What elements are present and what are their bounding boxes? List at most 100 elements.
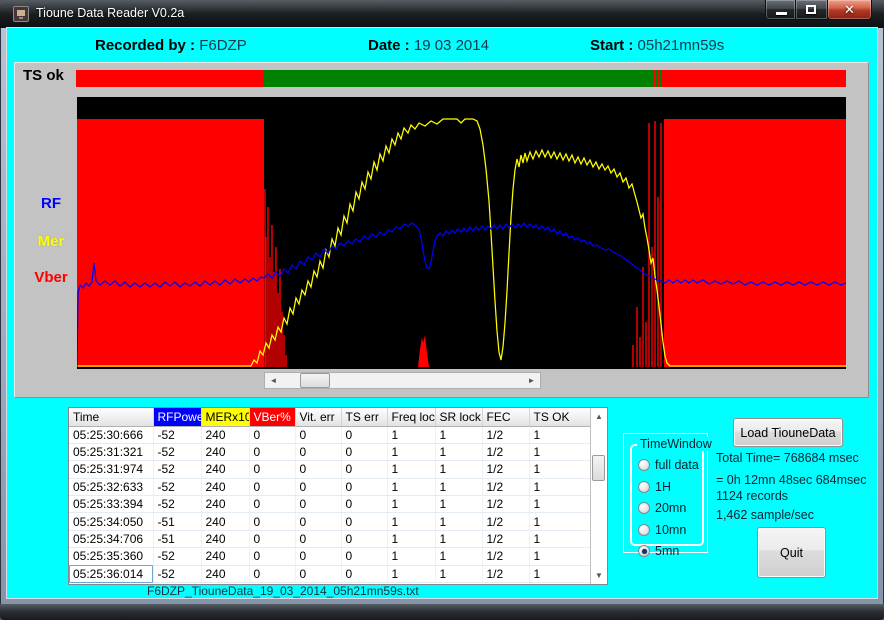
table-cell[interactable]: 0 <box>295 496 341 513</box>
v-scroll-track[interactable] <box>591 425 607 567</box>
table-cell[interactable]: 05:25:36:014 <box>69 565 153 582</box>
table-cell[interactable]: 0 <box>295 461 341 478</box>
table-cell[interactable]: 1 <box>529 443 590 460</box>
table-cell[interactable]: 05:25:34:706 <box>69 530 153 547</box>
table-cell[interactable]: -51 <box>153 513 201 530</box>
table-cell[interactable]: 0 <box>249 478 295 495</box>
table-cell[interactable]: 1 <box>529 565 590 582</box>
table-cell[interactable]: 0 <box>295 478 341 495</box>
table-cell[interactable]: 05:25:32:633 <box>69 478 153 495</box>
table-cell[interactable]: 0 <box>249 530 295 547</box>
table-cell[interactable]: 1 <box>387 426 435 443</box>
scroll-left-button[interactable]: ◄ <box>265 373 282 388</box>
table-cell[interactable]: 1 <box>387 461 435 478</box>
table-cell[interactable]: 0 <box>295 565 341 582</box>
radio-icon[interactable] <box>638 502 650 514</box>
table-cell[interactable]: 1 <box>435 530 482 547</box>
table-cell[interactable]: 1 <box>529 461 590 478</box>
table-cell[interactable]: 1 <box>435 461 482 478</box>
time-window-option-full-data[interactable]: full data <box>638 458 699 472</box>
table-cell[interactable]: 05:25:31:974 <box>69 461 153 478</box>
table-cell[interactable]: 0 <box>341 530 387 547</box>
table-cell[interactable]: 1/2 <box>482 548 529 565</box>
table-cell[interactable]: 1/2 <box>482 426 529 443</box>
time-window-option-20mn[interactable]: 20mn <box>638 501 699 515</box>
table-cell[interactable]: 1/2 <box>482 478 529 495</box>
table-cell[interactable]: 05:25:35:360 <box>69 548 153 565</box>
table-cell[interactable]: 1/2 <box>482 496 529 513</box>
table-cell[interactable]: 0 <box>249 461 295 478</box>
radio-icon[interactable] <box>638 524 650 536</box>
scroll-up-button[interactable]: ▲ <box>591 408 607 425</box>
table-cell[interactable]: 1 <box>387 443 435 460</box>
table-cell[interactable]: 1 <box>529 478 590 495</box>
table-cell[interactable]: 1 <box>435 478 482 495</box>
load-tiounedata-button[interactable]: Load TiouneData <box>733 418 843 447</box>
radio-icon[interactable] <box>638 459 650 471</box>
table-cell[interactable]: 0 <box>295 513 341 530</box>
table-cell[interactable]: 1 <box>387 530 435 547</box>
table-cell[interactable]: 1 <box>387 478 435 495</box>
table-cell[interactable]: 1/2 <box>482 513 529 530</box>
table-cell[interactable]: 1 <box>387 496 435 513</box>
table-cell[interactable]: 1/2 <box>482 461 529 478</box>
table-cell[interactable]: 1 <box>435 443 482 460</box>
table-cell[interactable]: 0 <box>249 548 295 565</box>
table-cell[interactable]: 1/2 <box>482 443 529 460</box>
minimize-button[interactable] <box>765 0 796 20</box>
table-cell[interactable]: 1 <box>435 548 482 565</box>
table-cell[interactable]: 1 <box>529 548 590 565</box>
table-cell[interactable]: 1/2 <box>482 530 529 547</box>
table-cell[interactable]: 0 <box>249 443 295 460</box>
v-scroll-thumb[interactable] <box>592 455 605 481</box>
table-cell[interactable]: 240 <box>201 478 249 495</box>
table-cell[interactable]: -52 <box>153 548 201 565</box>
close-button[interactable]: ✕ <box>827 0 872 20</box>
table-cell[interactable]: 0 <box>249 565 295 582</box>
table-cell[interactable]: -51 <box>153 530 201 547</box>
title-bar[interactable]: Tioune Data Reader V0.2a ✕ <box>0 0 884 28</box>
table-cell[interactable]: 0 <box>341 443 387 460</box>
time-window-option-1h[interactable]: 1H <box>638 480 699 494</box>
table-cell[interactable]: 1 <box>435 513 482 530</box>
table-cell[interactable]: -52 <box>153 461 201 478</box>
table-cell[interactable]: 0 <box>249 513 295 530</box>
table-cell[interactable]: 0 <box>341 565 387 582</box>
table-cell[interactable]: 240 <box>201 496 249 513</box>
table-cell[interactable]: 0 <box>295 443 341 460</box>
table-cell[interactable]: 240 <box>201 548 249 565</box>
scroll-down-button[interactable]: ▼ <box>591 567 607 584</box>
maximize-button[interactable] <box>796 0 827 20</box>
table-cell[interactable]: -52 <box>153 496 201 513</box>
table-cell[interactable]: 0 <box>295 530 341 547</box>
time-window-option-10mn[interactable]: 10mn <box>638 523 699 537</box>
table-cell[interactable]: 05:25:31:321 <box>69 443 153 460</box>
table-cell[interactable]: 0 <box>341 478 387 495</box>
table-cell[interactable]: 0 <box>341 496 387 513</box>
table-cell[interactable]: -52 <box>153 478 201 495</box>
h-scroll-thumb[interactable] <box>300 373 330 388</box>
table-cell[interactable]: 05:25:30:666 <box>69 426 153 443</box>
table-cell[interactable]: -52 <box>153 426 201 443</box>
table-cell[interactable]: 1 <box>435 496 482 513</box>
table-cell[interactable]: 1 <box>435 426 482 443</box>
table-cell[interactable]: 240 <box>201 513 249 530</box>
table-cell[interactable]: 1 <box>529 496 590 513</box>
h-scroll-track[interactable] <box>282 373 523 388</box>
table-cell[interactable]: 0 <box>249 496 295 513</box>
table-cell[interactable]: 05:25:34:050 <box>69 513 153 530</box>
scroll-right-button[interactable]: ► <box>523 373 540 388</box>
table-cell[interactable]: 240 <box>201 443 249 460</box>
radio-selected-icon[interactable] <box>638 545 650 557</box>
table-cell[interactable]: 1 <box>387 513 435 530</box>
quit-button[interactable]: Quit <box>757 527 826 578</box>
table-cell[interactable]: 05:25:33:394 <box>69 496 153 513</box>
table-cell[interactable]: 0 <box>295 548 341 565</box>
radio-icon[interactable] <box>638 481 650 493</box>
table-cell[interactable]: 240 <box>201 461 249 478</box>
table-cell[interactable]: 1 <box>529 513 590 530</box>
table-cell[interactable]: 240 <box>201 565 249 582</box>
table-cell[interactable]: 1 <box>435 565 482 582</box>
table-cell[interactable]: 0 <box>295 426 341 443</box>
table-cell[interactable]: -52 <box>153 565 201 582</box>
